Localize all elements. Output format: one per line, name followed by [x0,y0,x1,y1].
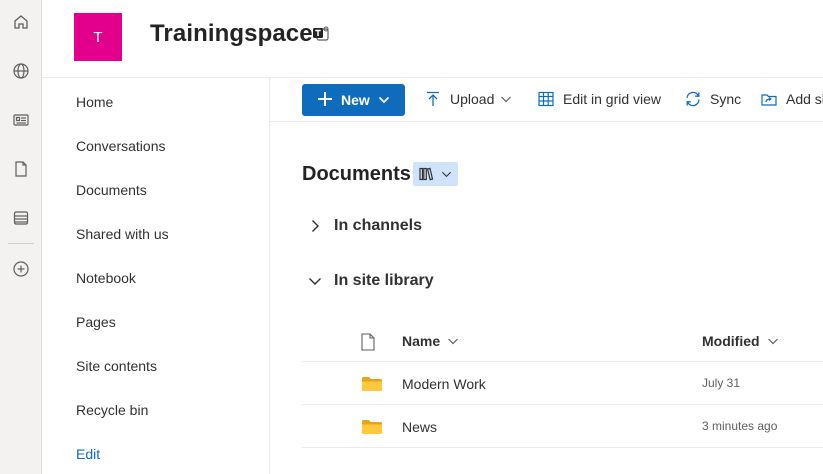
column-header-name-label: Name [402,333,441,349]
column-header-modified-label: Modified [702,333,760,349]
nav-item-home[interactable]: Home [76,94,113,110]
nav-item-pages[interactable]: Pages [76,314,116,330]
nav-item-shared-with-us[interactable]: Shared with us [76,226,169,242]
site-title[interactable]: Trainingspace [150,20,313,48]
nav-item-site-contents[interactable]: Site contents [76,358,157,374]
nav-item-recycle-bin[interactable]: Recycle bin [76,402,148,418]
teams-icon[interactable] [312,25,330,43]
column-header-name[interactable]: Name [402,333,459,349]
rail-divider [8,243,34,244]
site-logo-letter: T [93,28,103,46]
section-in-site-library-label: In site library [334,272,434,289]
table-row[interactable]: Modern Work July 31 [302,362,823,405]
sync-button[interactable]: Sync [684,90,741,108]
table-row[interactable]: News 3 minutes ago [302,405,823,448]
create-icon[interactable] [0,253,42,285]
upload-label: Upload [450,91,495,107]
column-header-modified[interactable]: Modified [702,333,779,349]
nav-edit-link[interactable]: Edit [76,446,100,462]
table-header-row: Name Modified [302,320,823,362]
chevron-right-icon [312,220,319,232]
upload-button[interactable]: Upload [424,90,512,108]
grid-icon [538,91,554,107]
nav-item-conversations[interactable]: Conversations [76,138,166,154]
nav-item-notebook[interactable]: Notebook [76,270,136,286]
site-logo[interactable]: T [74,13,122,61]
file-modified: 3 minutes ago [702,419,778,433]
news-icon[interactable] [0,104,42,136]
sync-icon [686,91,700,107]
edit-grid-view-button[interactable]: Edit in grid view [537,90,661,108]
chevron-down-icon [378,96,390,104]
new-button[interactable]: New [302,84,405,116]
edit-grid-view-label: Edit in grid view [563,91,662,107]
file-type-icon[interactable] [360,333,376,351]
file-name[interactable]: News [402,419,437,435]
library-view-switcher[interactable] [413,162,458,186]
section-in-channels[interactable]: In channels [308,217,422,235]
chevron-down-icon [767,338,778,345]
file-name[interactable]: Modern Work [402,376,486,392]
new-button-label: New [341,92,370,108]
list-icon[interactable] [0,202,42,234]
file-icon[interactable] [0,153,42,185]
plus-icon [318,92,332,106]
home-icon[interactable] [0,6,42,38]
folder-icon [362,377,382,391]
nav-item-documents[interactable]: Documents [76,182,147,198]
section-in-site-library[interactable]: In site library [308,272,434,290]
command-bar: New Upload Edit in grid view Sync Add sh [270,78,823,122]
add-shortcut-label: Add sh [786,91,823,107]
sync-label: Sync [710,91,742,107]
globe-icon[interactable] [0,55,42,87]
file-modified: July 31 [702,376,741,390]
chevron-down-icon [309,278,321,285]
left-navigation: Home Conversations Documents Shared with… [42,78,270,474]
folder-icon [362,420,382,434]
add-shortcut-icon [761,94,777,106]
chevron-down-icon [448,338,459,345]
chevron-down-icon [501,96,512,103]
site-header: T Trainingspace [42,0,823,78]
app-rail [0,0,42,474]
add-shortcut-button[interactable]: Add sh [760,90,823,108]
page-title: Documents [302,163,411,185]
section-in-channels-label: In channels [334,217,423,234]
upload-icon [427,91,439,106]
library-icon [419,167,434,181]
chevron-down-icon [441,171,452,178]
